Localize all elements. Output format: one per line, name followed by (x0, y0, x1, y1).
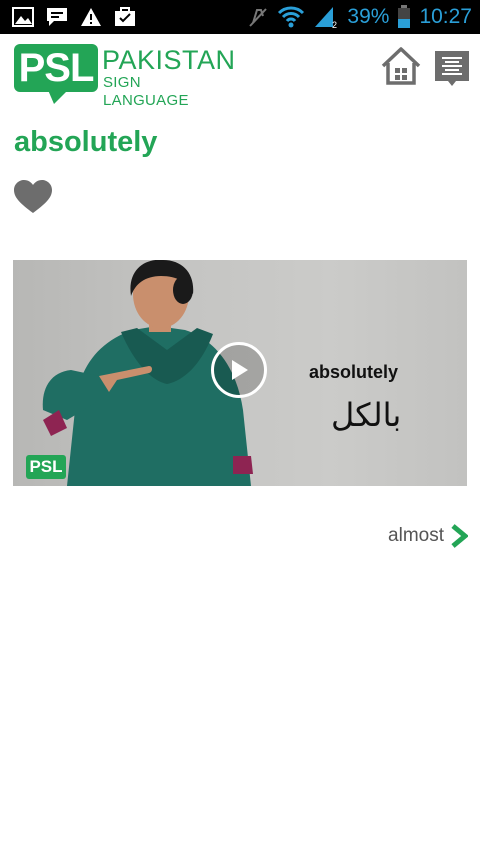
signal-icon: 2 (313, 5, 339, 29)
logo-badge: PSL (14, 44, 98, 92)
message-icon (46, 7, 68, 27)
menu-button[interactable] (434, 50, 470, 90)
logo-subtitle: SIGN LANGUAGE (103, 74, 189, 109)
psl-logo: PSL PAKISTAN SIGN LANGUAGE (14, 44, 235, 109)
clock: 10:27 (419, 5, 472, 28)
status-right: 2 39% 10:27 (247, 5, 472, 29)
app-header: PSL PAKISTAN SIGN LANGUAGE (0, 34, 480, 110)
next-word-label: almost (388, 525, 444, 546)
status-bar: 2 39% 10:27 (0, 0, 480, 34)
svg-text:2: 2 (332, 20, 337, 29)
home-icon (381, 47, 421, 85)
battery-percent: 39% (347, 5, 390, 28)
play-button[interactable] (211, 342, 267, 398)
next-word-link[interactable]: almost (388, 524, 468, 548)
warning-icon (80, 7, 102, 27)
word-title: absolutely (14, 126, 158, 158)
list-icon (435, 51, 469, 86)
vibrate-off-icon (247, 6, 269, 28)
sign-video[interactable]: absolutely بالکل PSL (13, 260, 467, 486)
logo-title: PAKISTAN (102, 45, 236, 75)
heart-icon (14, 180, 52, 213)
play-icon (232, 360, 248, 380)
home-button[interactable] (380, 46, 422, 86)
favorite-button[interactable] (13, 180, 53, 214)
video-caption-word: absolutely (309, 362, 399, 382)
battery-icon (397, 5, 411, 29)
gallery-icon (12, 7, 34, 27)
briefcase-icon (114, 7, 136, 27)
status-left (12, 7, 136, 27)
chevron-right-icon (451, 524, 468, 548)
wifi-icon (277, 6, 305, 28)
video-caption-urdu: بالکل (331, 396, 402, 434)
video-watermark: PSL (26, 455, 66, 479)
logo-tail-shape (48, 90, 68, 104)
